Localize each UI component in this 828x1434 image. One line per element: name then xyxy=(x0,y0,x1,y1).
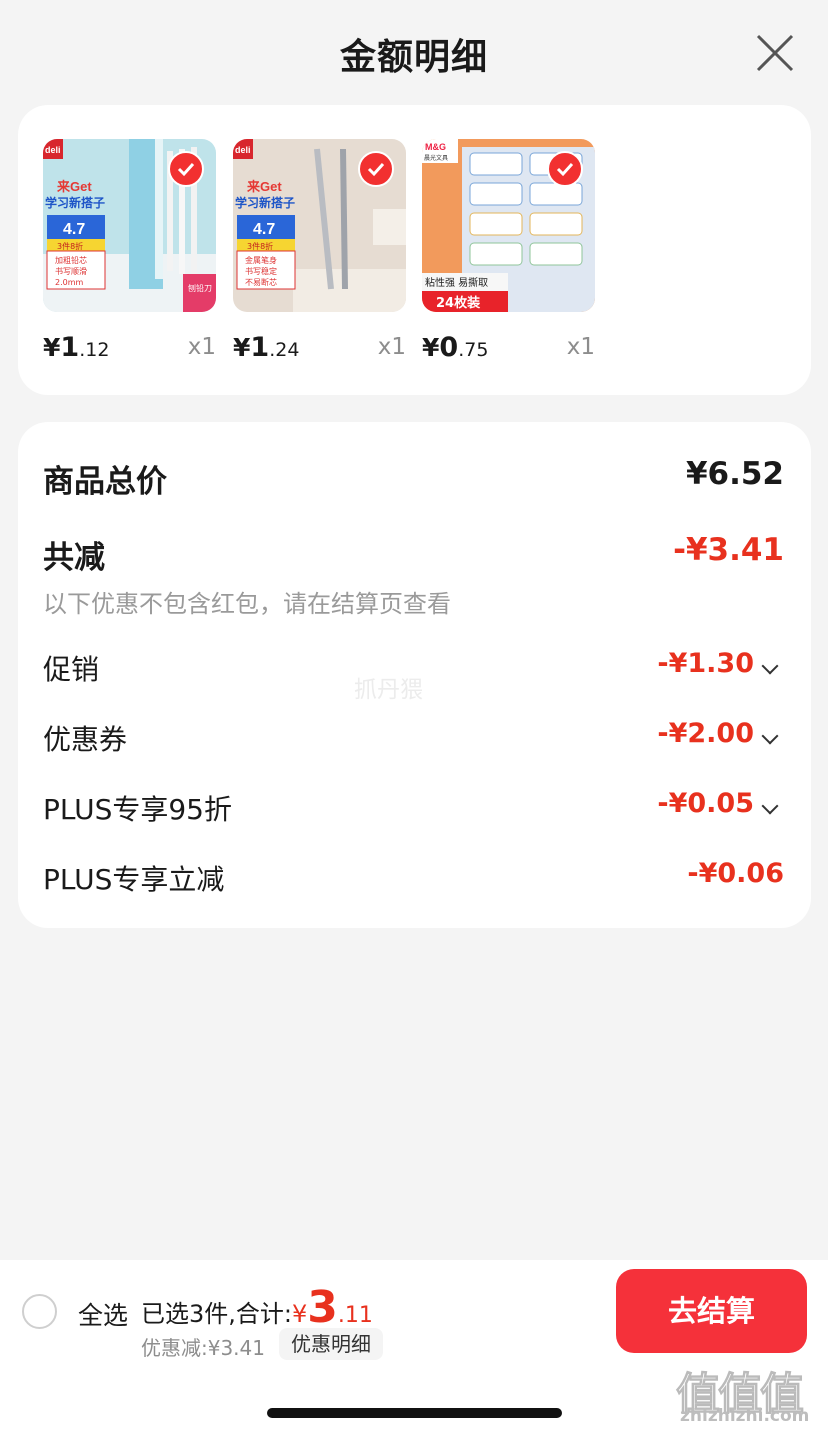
chevron-down-icon[interactable] xyxy=(761,727,779,745)
select-all-label[interactable]: 全选 xyxy=(78,1296,128,1332)
total-price-value: ¥6.52 xyxy=(685,456,784,492)
product-quantity: x1 xyxy=(377,334,406,360)
discount-label: 促销 xyxy=(43,653,100,686)
product-price: ¥1.24 xyxy=(233,332,300,363)
discount-row-plus-instant: PLUS专享立减 -¥0.06 xyxy=(43,858,784,898)
reduction-hint: 以下优惠不包含红包，请在结算页查看 xyxy=(43,590,451,618)
feature-text: 不易断芯 xyxy=(245,277,277,287)
promo-text: 3件8折 xyxy=(57,241,83,251)
promo-text: 学习新搭子 xyxy=(235,195,295,210)
discount-summary: 优惠减:¥3.41 xyxy=(141,1336,265,1360)
feature-text: 刨铅刀 xyxy=(188,283,212,293)
discount-value: -¥0.06 xyxy=(687,858,784,889)
total-decimal: .11 xyxy=(337,1303,373,1328)
promo-text: 来Get xyxy=(56,179,92,194)
discount-value: -¥2.00 xyxy=(657,718,754,749)
brand-text: deli xyxy=(45,145,61,155)
total-currency: ¥ xyxy=(291,1300,308,1328)
total-integer: 3 xyxy=(307,1282,338,1333)
brand-text: deli xyxy=(235,145,251,155)
chevron-down-icon[interactable] xyxy=(761,797,779,815)
chevron-down-icon[interactable] xyxy=(761,657,779,675)
product-thumbnail[interactable]: deli 来Get 学习新搭子 4.7 3件8折 金属笔身 书写稳定 不易断芯 xyxy=(233,139,406,312)
feature-text: 加粗铅芯 xyxy=(55,255,87,265)
discount-label: PLUS专享立减 xyxy=(43,863,225,896)
checked-icon[interactable] xyxy=(168,151,204,187)
close-icon[interactable] xyxy=(752,30,798,76)
discount-value: -¥1.30 xyxy=(657,648,754,679)
checked-icon[interactable] xyxy=(547,151,583,187)
discount-row-plus-95[interactable]: PLUS专享95折 -¥0.05 xyxy=(43,788,784,828)
price-badge-text: 4.7 xyxy=(253,221,275,238)
product-price: ¥0.75 xyxy=(422,332,489,363)
select-all-radio[interactable] xyxy=(22,1294,57,1329)
header: 金额明细 xyxy=(0,0,828,105)
total-reduction-label: 共减 xyxy=(43,540,105,576)
total-price-label: 商品总价 xyxy=(43,464,167,500)
total-price-row: 商品总价 ¥6.52 xyxy=(43,456,784,500)
promo-text: 来Get xyxy=(246,179,282,194)
site-watermark: 值值值 zhizhizhi.com xyxy=(676,1358,824,1430)
product-thumbnail[interactable]: M&G 晨光文具 粘性强 易撕取 24枚装 xyxy=(422,139,595,312)
discount-value: -¥0.05 xyxy=(657,788,754,819)
product-quantity: x1 xyxy=(566,334,595,360)
feature-text: 金属笔身 xyxy=(245,255,277,265)
total-reduction-value: -¥3.41 xyxy=(673,532,784,568)
selected-summary: 已选3件,合计:¥3.11 xyxy=(141,1282,373,1333)
price-badge-text: 4.7 xyxy=(63,221,85,238)
selected-count-text: 已选3件,合计: xyxy=(141,1300,292,1328)
checkout-button[interactable]: 去结算 xyxy=(616,1269,807,1353)
product-item[interactable]: deli 来Get 学习新搭子 4.7 3件8折 金属笔身 书写稳定 不易断芯 … xyxy=(233,139,406,368)
discount-label: PLUS专享95折 xyxy=(43,793,232,826)
promo-text: 3件8折 xyxy=(247,241,273,251)
product-list-card: deli 来Get 学习新搭子 4.7 3件8折 加粗铅芯 书写顺滑 2.0mm… xyxy=(18,105,811,395)
discount-row-coupon[interactable]: 优惠券 -¥2.00 xyxy=(43,718,784,758)
promo-text: 24枚装 xyxy=(436,295,480,311)
product-thumbnail[interactable]: deli 来Get 学习新搭子 4.7 3件8折 加粗铅芯 书写顺滑 2.0mm… xyxy=(43,139,216,312)
discount-detail-button[interactable]: 优惠明细 xyxy=(279,1328,383,1360)
promo-text: 学习新搭子 xyxy=(45,195,105,210)
feature-text: 书写顺滑 xyxy=(55,266,87,276)
watermark-text: 抓丹猥 xyxy=(354,677,423,703)
brand-subtext: 晨光文具 xyxy=(424,154,448,162)
page-title: 金额明细 xyxy=(339,37,488,78)
home-indicator xyxy=(267,1408,562,1418)
feature-text: 书写稳定 xyxy=(245,266,277,276)
product-price: ¥1.12 xyxy=(43,332,110,363)
site-watermark-url: zhizhizhi.com xyxy=(680,1406,810,1426)
checked-icon[interactable] xyxy=(358,151,394,187)
discount-label: 优惠券 xyxy=(43,723,128,756)
product-item[interactable]: M&G 晨光文具 粘性强 易撕取 24枚装 ¥0.75 x1 xyxy=(422,139,595,368)
product-item[interactable]: deli 来Get 学习新搭子 4.7 3件8折 加粗铅芯 书写顺滑 2.0mm… xyxy=(43,139,216,368)
total-reduction-row: 共减 -¥3.41 xyxy=(43,532,784,576)
promo-text: 粘性强 易撕取 xyxy=(425,276,488,289)
brand-text: M&G xyxy=(425,142,446,152)
feature-text: 2.0mm xyxy=(55,278,84,287)
product-quantity: x1 xyxy=(187,334,216,360)
